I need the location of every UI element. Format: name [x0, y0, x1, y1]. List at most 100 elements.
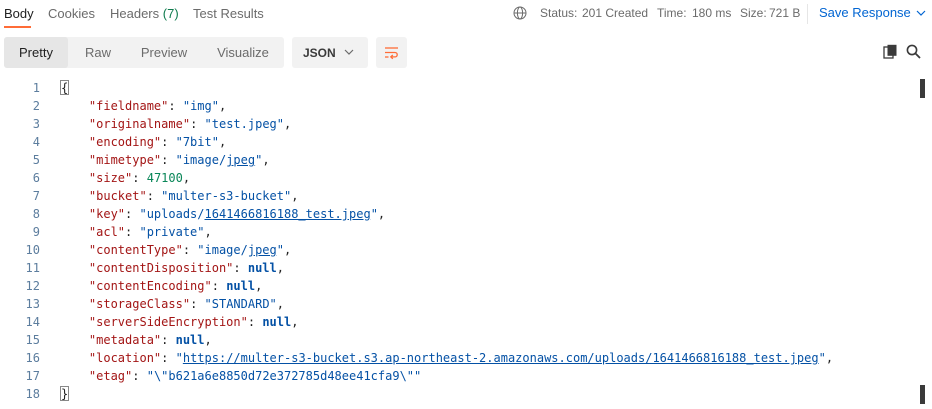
code-token: "location" [88, 351, 162, 365]
response-body-editor[interactable]: 1 {2 "fieldname": "img", 3 "originalname":… [0, 79, 932, 409]
code-link[interactable]: 1641466816188_test.jpeg [205, 207, 371, 221]
code-token: "STANDARD" [204, 297, 277, 311]
code-token: : [125, 207, 140, 221]
line-text: "encoding": "7bit", [60, 133, 226, 151]
tab-cookies[interactable]: Cookies [48, 6, 95, 21]
code-token: "fieldname" [88, 99, 169, 113]
scrollbar-thumb[interactable] [920, 79, 925, 98]
code-token: "encoding" [88, 135, 162, 149]
line-number: 7 [32, 189, 40, 203]
code-token: null [247, 261, 277, 275]
wrap-lines-icon [385, 47, 398, 60]
line-text: "storageClass": "STANDARD", [60, 295, 284, 313]
active-tab-indicator [4, 26, 31, 28]
code-token: null [226, 279, 256, 293]
line-text: "contentEncoding": null, [60, 277, 262, 295]
code-link[interactable]: jpeg [248, 243, 277, 257]
response-tab-bar: Body Cookies Headers (7) Test Results St… [0, 0, 932, 30]
view-mode-preview[interactable]: Preview [130, 37, 198, 68]
code-token: "acl" [88, 225, 126, 239]
tab-headers[interactable]: Headers (7) [110, 6, 179, 21]
tab-test-results[interactable]: Test Results [193, 6, 264, 21]
code-token: , [204, 225, 212, 239]
line-number: 11 [25, 261, 40, 275]
line-number: 9 [32, 225, 40, 239]
code-token: " [370, 207, 378, 221]
code-token: : [233, 261, 248, 275]
code-token: , [182, 171, 191, 185]
code-token: "serverSideEncryption" [88, 315, 248, 329]
code-token: { [60, 80, 70, 95]
save-response-label: Save Response [819, 5, 911, 20]
wrap-lines-button[interactable] [376, 37, 407, 68]
code-token: , [255, 279, 263, 293]
save-response-button[interactable]: Save Response [819, 5, 926, 20]
copy-icon[interactable] [883, 44, 898, 59]
code-token: : [168, 99, 183, 113]
line-text: "mimetype": "image/jpeg", [60, 151, 270, 169]
code-token: "image/ [197, 243, 248, 257]
code-token: : [146, 189, 162, 203]
code-token: "key" [88, 207, 126, 221]
view-mode-visualize[interactable]: Visualize [206, 37, 280, 68]
code-token: "etag" [88, 369, 133, 383]
code-token: 47100 [146, 171, 183, 185]
view-mode-pretty[interactable]: Pretty [4, 37, 68, 68]
line-text: "fieldname": "img", [60, 97, 226, 115]
code-token: "7bit" [175, 135, 219, 149]
line-text: "originalname": "test.jpeg", [60, 115, 291, 133]
status-label: Status: [540, 6, 578, 20]
line-number: 6 [32, 171, 40, 185]
code-token: , [284, 117, 292, 131]
code-token: "bucket" [88, 189, 147, 203]
line-text: "key": "uploads/1641466816188_test.jpeg"… [60, 205, 385, 223]
code-link[interactable]: jpeg [226, 153, 255, 167]
line-number: 14 [25, 315, 40, 329]
format-select[interactable]: JSON [292, 37, 368, 68]
code-link[interactable]: https://multer-s3-bucket.s3.ap-northeast… [183, 351, 819, 365]
size-value[interactable]: 721 B [769, 6, 800, 20]
code-token: : [132, 171, 147, 185]
line-text: "acl": "private", [60, 223, 212, 241]
code-token: "mimetype" [88, 153, 162, 167]
code-token: " [276, 243, 284, 257]
time-label: Time: [657, 6, 687, 20]
time-value[interactable]: 180 ms [692, 6, 731, 20]
line-number: 12 [25, 279, 40, 293]
code-token: : [161, 153, 176, 167]
code-token: } [60, 386, 70, 401]
code-token: "img" [182, 99, 219, 113]
status-value[interactable]: 201 Created [582, 6, 648, 20]
tab-body[interactable]: Body [4, 6, 34, 21]
line-number: 4 [32, 135, 40, 149]
view-mode-group: Pretty Raw Preview Visualize [4, 37, 284, 68]
scrollbar-thumb-bottom[interactable] [920, 385, 925, 404]
code-token: : [190, 117, 205, 131]
line-text: "serverSideEncryption": null, [60, 313, 299, 331]
line-number: 2 [32, 99, 40, 113]
code-token: : [247, 315, 263, 329]
code-token: "\"b621a6e8850d72e372785d48ee41cfa9\"" [146, 369, 422, 383]
line-number: 15 [25, 333, 40, 347]
code-token: , [218, 135, 227, 149]
format-select-value: JSON [303, 46, 336, 60]
size-label: Size: [740, 6, 767, 20]
search-icon[interactable] [906, 44, 921, 59]
code-token: : [182, 243, 198, 257]
code-token: " [175, 351, 183, 365]
code-token: "size" [88, 171, 133, 185]
view-mode-raw[interactable]: Raw [72, 37, 124, 68]
globe-icon[interactable] [513, 6, 527, 20]
line-number: 3 [32, 117, 40, 131]
code-token: null [262, 315, 292, 329]
tab-headers-count: (7) [162, 6, 179, 21]
code-token: "uploads/ [139, 207, 205, 221]
